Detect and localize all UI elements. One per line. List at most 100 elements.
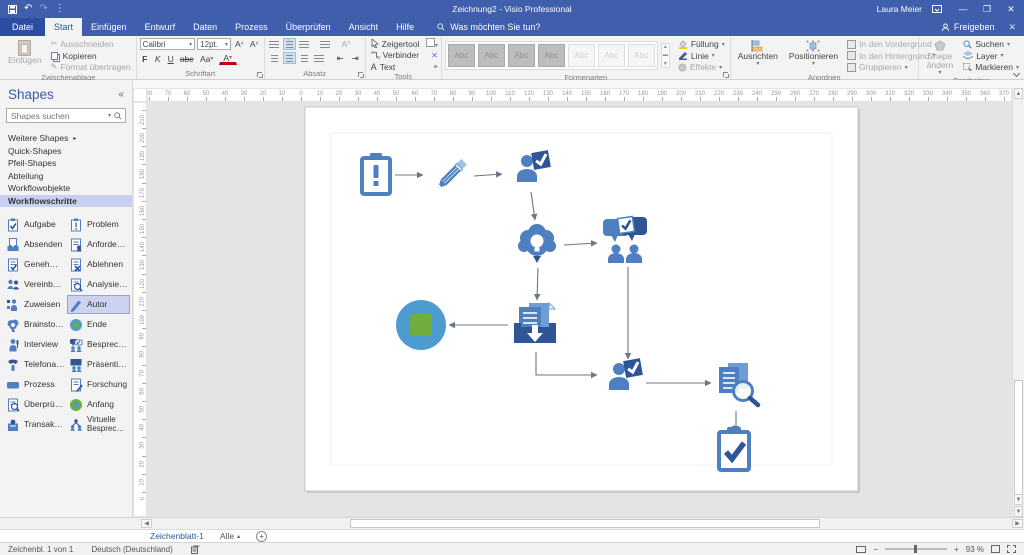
close-button[interactable]: ✕ — [1004, 4, 1018, 15]
stencil-category-quick-shapes[interactable]: Quick-Shapes — [0, 145, 132, 158]
undo-icon[interactable]: ↶ — [24, 4, 32, 14]
tab-einf-gen[interactable]: Einfügen — [82, 18, 136, 36]
bold-button[interactable]: F — [140, 53, 150, 65]
stencil-category-workflowschritte[interactable]: Workflowschritte — [0, 195, 132, 208]
minimize-button[interactable]: — — [956, 4, 970, 14]
stencil-shape-telefonanruf[interactable]: Telefonanruf — [4, 355, 67, 374]
stencil-category-weitere-shapes[interactable]: Weitere Shapes▸ — [0, 132, 132, 145]
tab-ansicht[interactable]: Ansicht — [340, 18, 388, 36]
share-button[interactable]: Freigeben — [941, 22, 995, 32]
stencil-shape-absenden[interactable]: Absenden — [4, 235, 67, 254]
tab-prozess[interactable]: Prozess — [226, 18, 277, 36]
connection-point-icon[interactable]: ✕ — [431, 51, 438, 60]
fill-button[interactable]: Füllung▾ — [676, 39, 727, 50]
customize-qat-icon[interactable]: ⋮ — [55, 4, 65, 14]
aufgabe-shape[interactable] — [719, 426, 749, 471]
stencil-shape-problem[interactable]: Problem — [67, 215, 130, 234]
macro-icon[interactable] — [191, 545, 200, 554]
stencil-shape-forschung[interactable]: Forschung — [67, 375, 130, 394]
select-button[interactable]: Markieren▾ — [961, 62, 1021, 73]
text-tool-button[interactable]: AText — [369, 62, 398, 73]
stencil-shape-analysieren[interactable]: Analysieren — [67, 275, 130, 294]
stencil-shape--berpr-fen[interactable]: Überprüfen — [4, 395, 67, 414]
ribbon-display-options-icon[interactable] — [932, 5, 946, 13]
stencil-shape-autor[interactable]: Autor — [67, 295, 130, 314]
all-sheets-dropdown[interactable]: Alle▴ — [220, 531, 240, 541]
paragraph-dialog-launcher[interactable] — [358, 72, 363, 77]
stencil-category-abteilung[interactable]: Abteilung — [0, 170, 132, 183]
stencil-shape-genehmigen[interactable]: Genehmigen — [4, 255, 67, 274]
grow-font-button[interactable]: A˄ — [233, 38, 246, 50]
copy-button[interactable]: Kopieren — [49, 51, 133, 62]
vertical-scroll-thumb[interactable] — [1014, 380, 1023, 505]
align-bottom-button[interactable] — [298, 52, 311, 64]
align-left-button[interactable] — [268, 38, 281, 50]
zoom-in-button[interactable]: + — [954, 545, 959, 554]
crosshair-icon[interactable]: ⌖ — [433, 62, 438, 72]
ende-shape[interactable] — [396, 300, 446, 350]
font-size-select[interactable]: 12pt.▾ — [197, 38, 231, 50]
align-right-button[interactable] — [298, 38, 311, 50]
scroll-right-arrow[interactable]: ▶ — [1012, 519, 1023, 528]
rectangle-tool-button[interactable]: ▾ — [426, 38, 438, 49]
tab-daten[interactable]: Daten — [184, 18, 226, 36]
horizontal-scrollbar[interactable]: ◀ ▶ — [0, 517, 1024, 529]
justify-button[interactable] — [313, 52, 326, 64]
drawing-canvas[interactable] — [147, 102, 1012, 517]
scroll-up-arrow[interactable]: ▲ — [1014, 88, 1023, 99]
line-button[interactable]: Linie▾ — [676, 51, 727, 62]
align-button[interactable]: Ausrichten▾ — [734, 38, 782, 67]
vertical-scrollbar[interactable]: ▲ ▼ ▼ — [1012, 88, 1024, 517]
connector-tool-button[interactable]: Verbinder — [369, 50, 421, 61]
page-down-arrow[interactable]: ▼ — [1014, 506, 1023, 517]
align-center-button[interactable] — [283, 38, 296, 50]
stencil-shape-ende[interactable]: Ende — [67, 315, 130, 334]
bullets-button[interactable] — [319, 38, 332, 50]
stencil-shape-vereinbarung[interactable]: Vereinbarung — [4, 275, 67, 294]
tab--berpr-fen[interactable]: Überprüfen — [277, 18, 340, 36]
align-middle-button[interactable] — [283, 52, 296, 64]
stencil-shape-anforderung[interactable]: Anforderung — [67, 235, 130, 254]
presentation-mode-icon[interactable] — [856, 546, 866, 553]
underline-button[interactable]: U — [166, 53, 176, 65]
align-top-button[interactable] — [268, 52, 281, 64]
restore-button[interactable]: ❐ — [980, 4, 994, 15]
scroll-left-arrow[interactable]: ◀ — [141, 519, 152, 528]
font-color-button[interactable]: A▾ — [219, 52, 237, 65]
shape-styles-dialog-launcher[interactable] — [723, 72, 728, 77]
zoom-slider[interactable] — [885, 548, 947, 550]
fit-page-icon[interactable] — [991, 545, 1000, 553]
italic-button[interactable]: K — [153, 53, 163, 65]
save-icon[interactable] — [8, 5, 17, 14]
stencil-category-pfeil-shapes[interactable]: Pfeil-Shapes — [0, 157, 132, 170]
position-button[interactable]: Positionieren▾ — [785, 38, 842, 67]
font-family-select[interactable]: Calibri▾ — [140, 38, 196, 50]
stencil-shape-interview[interactable]: Interview — [4, 335, 67, 354]
tab-datei[interactable]: Datei — [0, 18, 45, 36]
page-indicator[interactable]: Zeichenbl. 1 von 1 — [8, 545, 73, 554]
layers-button[interactable]: Layer▾ — [961, 51, 1021, 62]
zoom-out-button[interactable]: − — [873, 545, 878, 554]
tab-entwurf[interactable]: Entwurf — [136, 18, 185, 36]
shapes-search-input[interactable]: Shapes suchen ▾ — [6, 108, 126, 123]
stencil-shape-pr-sentieren[interactable]: Präsentieren — [67, 355, 130, 374]
tab-hilfe[interactable]: Hilfe — [387, 18, 423, 36]
close-pane-icon[interactable]: ✕ — [1008, 22, 1016, 33]
stencil-shape-besprechung[interactable]: Besprechung — [67, 335, 130, 354]
gallery-scrollbar[interactable]: ▲▬▼ — [661, 43, 670, 68]
add-sheet-button[interactable]: + — [256, 531, 267, 542]
stencil-shape-aufgabe[interactable]: Aufgabe — [4, 215, 67, 234]
tell-me-search[interactable]: Was möchten Sie tun? — [423, 18, 540, 36]
decrease-indent-button[interactable]: ⇤ — [334, 52, 347, 64]
pointer-tool-button[interactable]: Zeigertool — [369, 38, 422, 49]
stencil-category-workflowobjekte[interactable]: Workflowobjekte — [0, 182, 132, 195]
language-indicator[interactable]: Deutsch (Deutschland) — [91, 545, 172, 554]
increase-indent-button[interactable]: ⇥ — [349, 52, 362, 64]
stencil-shape-zuweisen[interactable]: Zuweisen — [4, 295, 67, 314]
sheet-tab-zeichenblatt-1[interactable]: Zeichenblatt-1 — [150, 531, 204, 541]
absenden-shape[interactable] — [514, 303, 556, 343]
problem-shape[interactable] — [362, 153, 390, 194]
scroll-down-arrow[interactable]: ▼ — [1014, 494, 1023, 505]
search-icon[interactable] — [114, 112, 122, 120]
stencil-shape-ablehnen[interactable]: Ablehnen — [67, 255, 130, 274]
